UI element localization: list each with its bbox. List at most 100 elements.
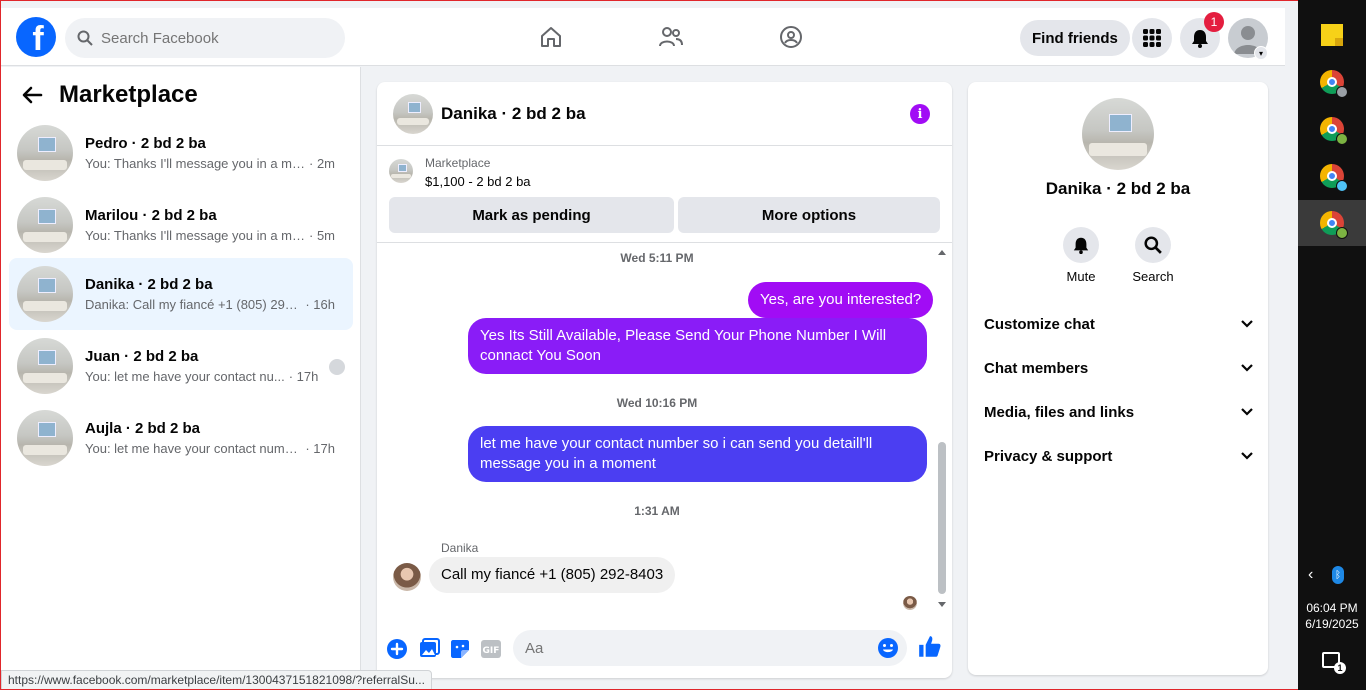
sticker-icon[interactable]: [448, 637, 472, 661]
conversation-item-marilou[interactable]: Marilou · 2 bd 2 ba You: Thanks I'll mes…: [9, 189, 353, 261]
bell-icon: [1192, 30, 1208, 48]
conversation-item-danika[interactable]: Danika · 2 bd 2 ba Danika: Call my fianc…: [9, 258, 353, 330]
notification-badge: 1: [1204, 12, 1224, 32]
photo-icon[interactable]: [417, 637, 441, 661]
bell-icon: [1073, 237, 1089, 254]
browser-viewport: f Find friends 1 ▾: [0, 0, 1298, 690]
chrome-profile-2[interactable]: [1298, 106, 1366, 152]
sticky-notes-icon: [1321, 24, 1343, 46]
link-status-bar: https://www.facebook.com/marketplace/ite…: [1, 670, 432, 689]
find-friends-button[interactable]: Find friends: [1020, 20, 1130, 56]
more-options-button[interactable]: More options: [678, 197, 940, 233]
nav-center-tabs: [491, 8, 851, 66]
clock-time: 06:04 PM: [1306, 601, 1358, 615]
conversation-preview: You: Thanks I'll message you in a mo...: [85, 228, 305, 243]
chrome-profile-4[interactable]: [1298, 200, 1366, 246]
chat-window: Danika · 2 bd 2 ba i Marketplace $1,100 …: [377, 82, 952, 678]
bluetooth-icon[interactable]: ᛒ: [1332, 566, 1344, 584]
conversation-time: · 2m: [309, 156, 335, 171]
read-receipt-avatar: [903, 596, 917, 610]
conversation-name: Marilou · 2 bd 2 ba: [85, 207, 217, 224]
scroll-up-icon[interactable]: [937, 248, 947, 256]
listing-thumbnail: [17, 125, 73, 181]
conversation-item-aujla[interactable]: Aujla · 2 bd 2 ba You: let me have your …: [9, 402, 353, 474]
gif-icon[interactable]: GIF: [479, 637, 503, 661]
chevron-left-icon[interactable]: ‹: [1308, 566, 1313, 584]
media-files-links-section[interactable]: Media, files and links: [984, 390, 1254, 434]
message-thread: Wed 5:11 PM Yes, are you interested? Yes…: [377, 244, 952, 614]
chat-profile-image[interactable]: [1082, 98, 1154, 170]
chat-members-section[interactable]: Chat members: [984, 346, 1254, 390]
conversation-name: Danika · 2 bd 2 ba: [85, 276, 213, 293]
system-clock[interactable]: 06:04 PM 6/19/2025: [1298, 600, 1366, 632]
mark-as-pending-button[interactable]: Mark as pending: [389, 197, 674, 233]
scrollbar-thumb[interactable]: [938, 442, 946, 594]
windows-taskbar: ‹ ᛒ 06:04 PM 6/19/2025 1: [1298, 0, 1366, 690]
listing-thumbnail: [17, 266, 73, 322]
plus-circle-icon[interactable]: [385, 637, 409, 661]
listing-thumbnail[interactable]: [389, 159, 413, 183]
conversation-preview: Danika: Call my fiancé +1 (805) 292-...: [85, 297, 302, 312]
listing-price[interactable]: $1,100 - 2 bd 2 ba: [425, 174, 531, 189]
sticky-notes-app[interactable]: [1298, 12, 1366, 58]
chrome-profile-1[interactable]: [1298, 59, 1366, 105]
outgoing-message[interactable]: Yes, are you interested?: [748, 282, 934, 318]
search-facebook-box[interactable]: [65, 18, 345, 58]
search-input[interactable]: [101, 29, 321, 47]
timestamp: 1:31 AM: [634, 504, 680, 518]
info-icon[interactable]: i: [910, 104, 930, 124]
chat-avatar[interactable]: [393, 93, 433, 134]
outgoing-message[interactable]: Yes Its Still Available, Please Send You…: [468, 318, 927, 374]
chevron-down-icon: [1241, 408, 1253, 416]
conversation-item-juan[interactable]: Juan · 2 bd 2 ba You: let me have your c…: [9, 330, 353, 402]
mute-action[interactable]: Mute: [1051, 227, 1111, 284]
grid-menu-icon: [1143, 29, 1161, 47]
conversation-name: Juan · 2 bd 2 ba: [85, 348, 199, 365]
chrome-profile-3[interactable]: [1298, 153, 1366, 199]
conversation-item-pedro[interactable]: Pedro · 2 bd 2 ba You: Thanks I'll messa…: [9, 117, 353, 189]
clock-date: 6/19/2025: [1305, 617, 1359, 631]
nav-home[interactable]: [491, 8, 611, 66]
marketplace-header: Marketplace: [21, 81, 198, 109]
customize-chat-section[interactable]: Customize chat: [984, 302, 1254, 346]
marketplace-listing-card: Marketplace $1,100 - 2 bd 2 ba Mark as p…: [377, 147, 952, 243]
search-icon: [1144, 236, 1162, 254]
section-label: Customize chat: [984, 315, 1095, 333]
message-input[interactable]: [525, 639, 855, 657]
search-action[interactable]: Search: [1123, 227, 1183, 284]
conversation-time: · 16h: [305, 297, 335, 312]
message-composer: GIF: [377, 624, 952, 678]
chrome-icon: [1320, 164, 1348, 192]
marketplace-chat-list: Marketplace Pedro · 2 bd 2 ba You: Thank…: [1, 67, 361, 689]
top-navigation-bar: f Find friends 1 ▾: [1, 8, 1285, 66]
marketplace-label: Marketplace: [425, 156, 491, 170]
privacy-support-section[interactable]: Privacy & support: [984, 434, 1254, 478]
facebook-logo[interactable]: f: [16, 17, 56, 57]
nav-groups[interactable]: [731, 8, 851, 66]
chat-title[interactable]: Danika · 2 bd 2 ba: [441, 104, 586, 124]
section-label: Media, files and links: [984, 403, 1135, 421]
message-input-box[interactable]: [513, 630, 907, 666]
incoming-message[interactable]: Call my fiancé +1 (805) 292-8403: [429, 557, 676, 593]
chrome-icon: [1320, 211, 1348, 239]
notification-center-badge: 1: [1334, 662, 1346, 674]
svg-text:GIF: GIF: [483, 646, 500, 656]
chevron-down-icon[interactable]: ▾: [1254, 46, 1268, 60]
conversation-time: · 17h: [288, 369, 319, 384]
outgoing-message[interactable]: let me have your contact number so i can…: [468, 426, 927, 482]
groups-icon: [780, 26, 802, 48]
back-arrow-icon[interactable]: [21, 84, 43, 106]
emoji-icon[interactable]: [877, 637, 899, 659]
sender-name: Danika: [441, 541, 479, 555]
chat-info-title: Danika · 2 bd 2 ba: [1045, 179, 1191, 198]
chevron-down-icon: [1241, 320, 1253, 328]
chat-scrollbar[interactable]: [937, 250, 947, 612]
menu-button[interactable]: [1132, 18, 1172, 58]
nav-friends[interactable]: [611, 8, 731, 66]
chrome-icon: [1320, 70, 1348, 98]
conversation-time: · 17h: [305, 441, 335, 456]
section-label: Chat members: [984, 359, 1089, 377]
scroll-down-icon[interactable]: [937, 601, 947, 609]
thumbs-up-icon[interactable]: [917, 634, 943, 660]
sender-avatar[interactable]: [393, 563, 421, 591]
